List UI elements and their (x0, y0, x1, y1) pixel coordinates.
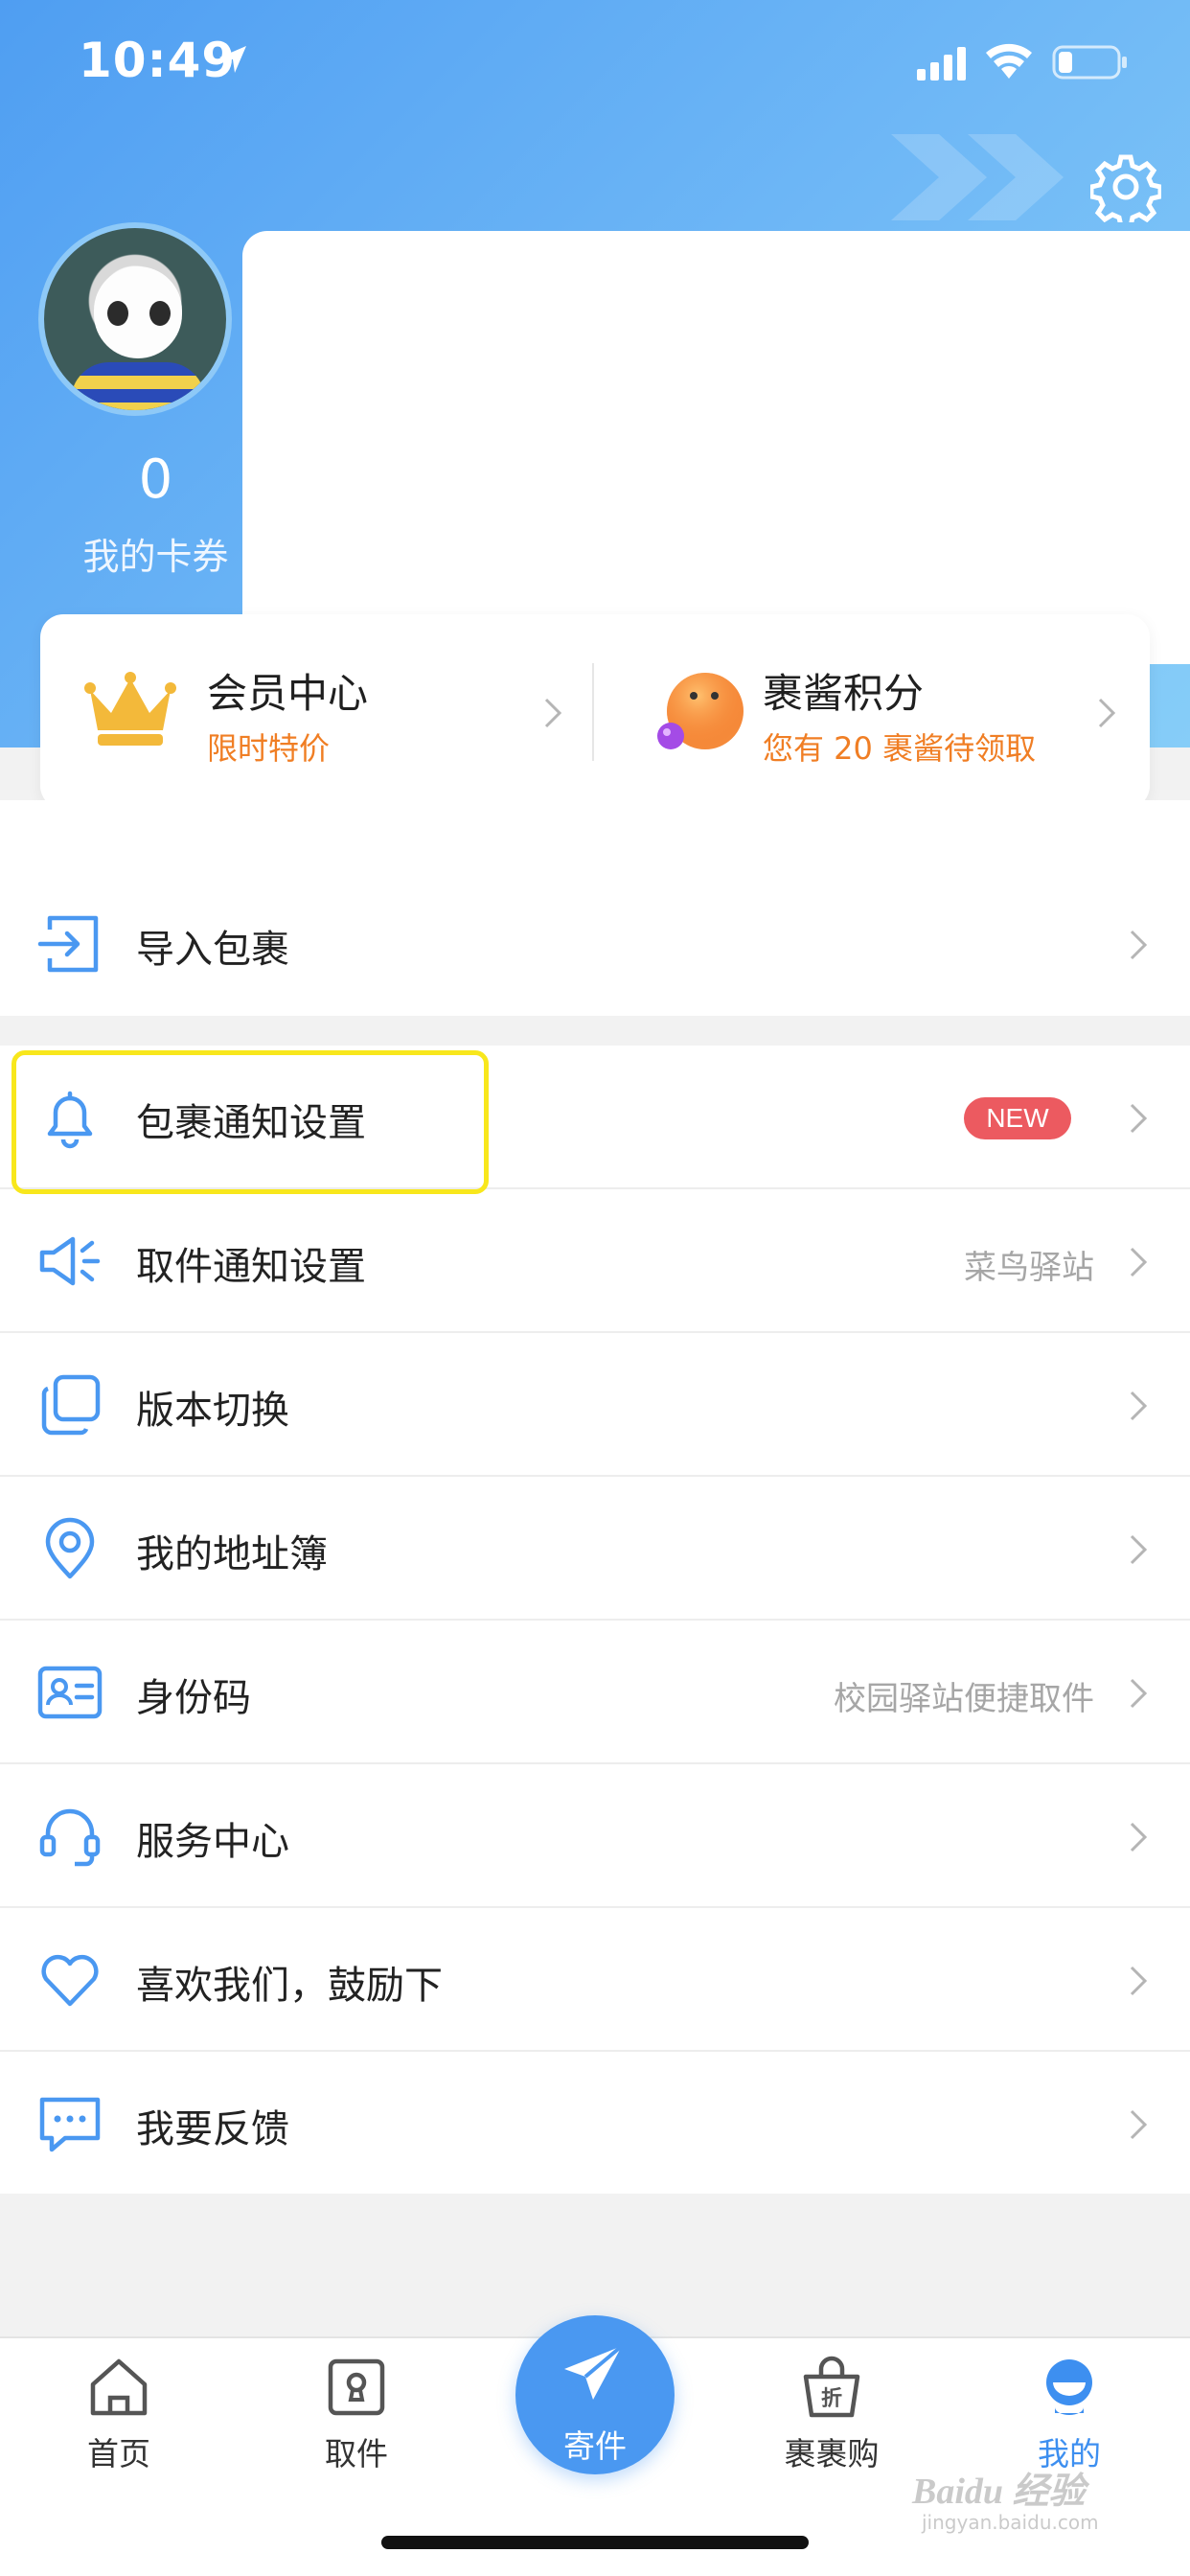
status-time: 10:49 (79, 33, 237, 88)
location-pin-icon (45, 1517, 95, 1579)
card-divider (592, 663, 594, 761)
crown-icon (84, 672, 176, 746)
send-button[interactable]: 寄件 (515, 2315, 675, 2474)
coupon-label[interactable]: 我的卡券 (57, 527, 254, 580)
menu-right-hint: 校园驿站便捷取件 (834, 1680, 1094, 1718)
menu-row-encourage[interactable]: 喜欢我们，鼓励下 (0, 1908, 1190, 2052)
points-mascot-icon (657, 673, 744, 749)
chevron-right-icon (1130, 1678, 1148, 1709)
menu-row-feedback[interactable]: 我要反馈 (0, 2052, 1190, 2196)
shopping-bag-icon: 折 (803, 2356, 860, 2418)
chevron-right-icon (544, 698, 562, 728)
chevron-right-icon (1130, 2109, 1148, 2140)
svg-text:折: 折 (821, 2387, 842, 2411)
menu-row-address-book[interactable]: 我的地址簿 (0, 1477, 1190, 1621)
profile-mascot-icon (1046, 2359, 1092, 2415)
status-bar: 10:49 (0, 0, 1190, 125)
menu-label: 服务中心 (136, 1820, 289, 1864)
paper-plane-icon (564, 2344, 624, 2400)
layers-icon (41, 1374, 101, 1436)
wifi-icon (986, 43, 1032, 79)
tab-label: 首页 (87, 2435, 150, 2472)
location-arrow-icon (219, 46, 246, 73)
chevron-right-icon (1130, 1391, 1148, 1421)
menu-label: 版本切换 (136, 1389, 289, 1433)
id-card-icon (37, 1666, 103, 1719)
menu-label: 取件通知设置 (136, 1245, 366, 1289)
menu-label: 身份码 (136, 1676, 251, 1720)
cellular-signal-icon (917, 47, 966, 80)
tab-label: 裹裹购 (784, 2435, 880, 2472)
tab-shop[interactable]: 折 裹裹购 (755, 2346, 908, 2480)
gear-icon[interactable] (1090, 151, 1161, 222)
heart-icon (41, 1954, 99, 2007)
battery-icon (1052, 45, 1127, 80)
speaker-icon (39, 1236, 101, 1286)
vip-center-title[interactable]: 会员中心 (207, 661, 368, 720)
new-badge: NEW (964, 1097, 1071, 1139)
chevron-right-icon (1130, 1822, 1148, 1852)
tab-label: 取件 (325, 2435, 388, 2472)
avatar-shirt (71, 362, 205, 410)
tab-home[interactable]: 首页 (42, 2346, 195, 2480)
home-indicator (381, 2536, 809, 2549)
chevron-right-icon (1130, 1103, 1148, 1134)
tab-mine[interactable]: 我的 (993, 2346, 1146, 2480)
chevron-right-icon (1130, 1966, 1148, 1996)
menu-label: 导入包裹 (136, 928, 289, 972)
locker-icon (328, 2358, 385, 2416)
menu-label: 喜欢我们，鼓励下 (136, 1964, 443, 2008)
home-icon (90, 2358, 148, 2416)
highlight-annotation (11, 1050, 489, 1194)
points-subtitle: 您有 20 裹酱待领取 (763, 730, 1037, 767)
menu-row-import[interactable]: 导入包裹 (0, 872, 1190, 1016)
headset-icon (39, 1808, 101, 1867)
points-title[interactable]: 裹酱积分 (763, 661, 924, 720)
chat-bubble-icon (39, 2097, 101, 2152)
avatar-eye-right (149, 301, 171, 326)
chevron-right-icon (1130, 930, 1148, 960)
chevron-right-icon (1098, 698, 1116, 728)
profile-panel (242, 231, 1190, 664)
menu-row-pickup-notify[interactable]: 取件通知设置 菜鸟驿站 (0, 1189, 1190, 1333)
decorative-arrow-icon (891, 134, 1064, 220)
menu-row-version-switch[interactable]: 版本切换 (0, 1333, 1190, 1477)
menu-label: 我要反馈 (136, 2107, 289, 2151)
send-label: 寄件 (563, 2427, 627, 2465)
baidu-watermark: Baidu 经验 (912, 2472, 1086, 2512)
menu-label: 我的地址簿 (136, 1532, 328, 1576)
chevron-right-icon (1130, 1247, 1148, 1277)
vip-center-subtitle: 限时特价 (207, 730, 331, 767)
avatar-eye-left (107, 301, 128, 326)
menu-right-hint: 菜鸟驿站 (964, 1249, 1094, 1287)
baidu-watermark-url: jingyan.baidu.com (922, 2511, 1099, 2534)
coupon-count[interactable]: 0 (57, 448, 254, 511)
menu-row-service-center[interactable]: 服务中心 (0, 1764, 1190, 1908)
menu-row-id-code[interactable]: 身份码 校园驿站便捷取件 (0, 1621, 1190, 1764)
import-icon (37, 915, 99, 973)
avatar[interactable] (38, 222, 232, 416)
chevron-right-icon (1130, 1534, 1148, 1565)
tab-pickup[interactable]: 取件 (280, 2346, 433, 2480)
